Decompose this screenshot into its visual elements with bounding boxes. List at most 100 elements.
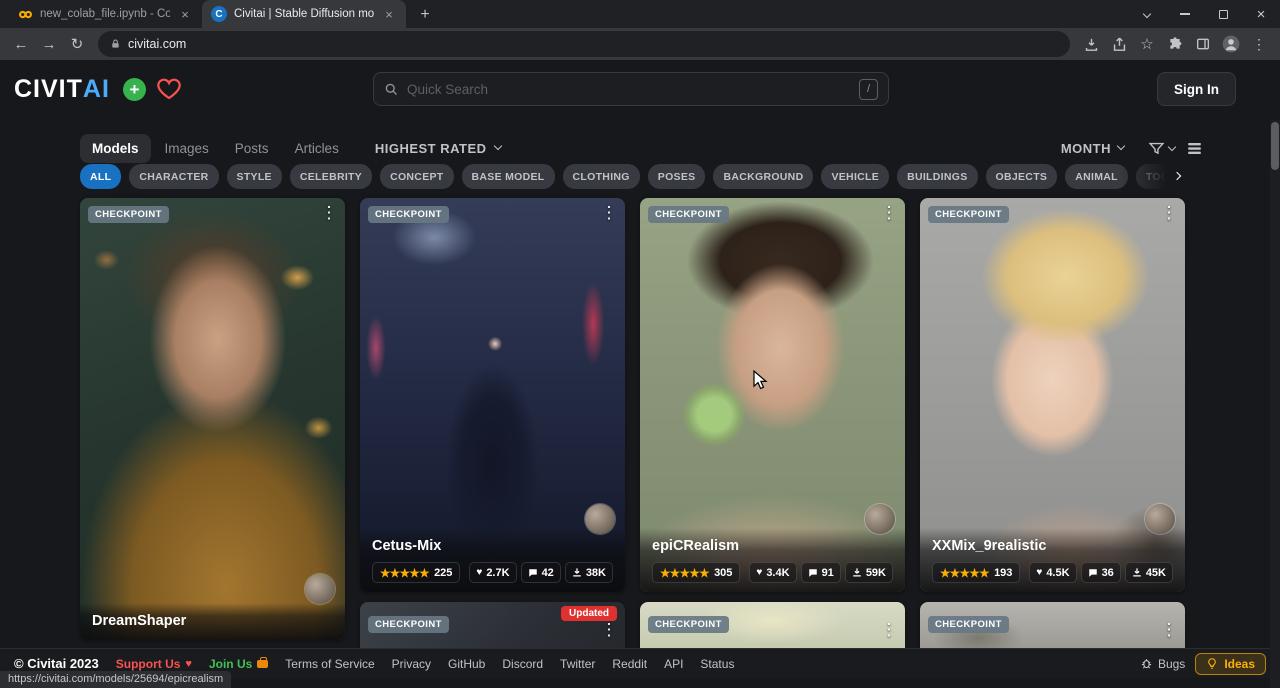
tab-close-icon[interactable]: × bbox=[381, 7, 397, 22]
scrollbar-thumb[interactable] bbox=[1271, 122, 1279, 170]
colab-icon bbox=[17, 6, 33, 22]
card-menu-button[interactable]: ⋮ bbox=[1157, 203, 1181, 223]
card-menu-button[interactable]: ⋮ bbox=[597, 203, 621, 223]
side-panel-icon[interactable] bbox=[1190, 31, 1216, 57]
tab-search-chevron-icon[interactable] bbox=[1128, 0, 1166, 28]
card-menu-button[interactable]: ⋮ bbox=[877, 620, 901, 640]
page-scrollbar[interactable] bbox=[1270, 120, 1280, 688]
tab-articles[interactable]: Articles bbox=[283, 134, 351, 163]
category-chip-buildings[interactable]: BUILDINGS bbox=[897, 164, 977, 189]
model-stats-row: ★★★★★ 225 ♥2.7K 42 38K bbox=[372, 562, 613, 583]
model-card-xxmix-9realistic[interactable]: CHECKPOINT ⋮ XXMix_9realistic ★★★★★ 193 … bbox=[920, 198, 1185, 592]
share-icon[interactable] bbox=[1106, 31, 1132, 57]
search-input[interactable] bbox=[407, 82, 851, 97]
footer-link-privacy[interactable]: Privacy bbox=[392, 657, 431, 671]
tab-close-icon[interactable]: × bbox=[177, 7, 193, 22]
footer-link-join-us[interactable]: Join Us bbox=[209, 657, 268, 671]
close-window-button[interactable]: × bbox=[1242, 0, 1280, 28]
model-type-badge: CHECKPOINT bbox=[368, 616, 449, 633]
category-filter-row: ALL CHARACTER STYLE CELEBRITY CONCEPT BA… bbox=[80, 164, 1180, 190]
updated-badge: Updated bbox=[561, 606, 617, 621]
profile-avatar[interactable] bbox=[1218, 31, 1244, 57]
category-chip-all[interactable]: ALL bbox=[80, 164, 121, 189]
maximize-button[interactable] bbox=[1204, 0, 1242, 28]
site-header: CIVITAI + / Sign In bbox=[0, 60, 1280, 118]
model-type-badge: CHECKPOINT bbox=[648, 206, 729, 223]
new-tab-button[interactable]: + bbox=[412, 2, 438, 28]
footer-link-discord[interactable]: Discord bbox=[502, 657, 543, 671]
category-chip-background[interactable]: BACKGROUND bbox=[713, 164, 813, 189]
category-chip-clothing[interactable]: CLOTHING bbox=[563, 164, 640, 189]
footer-link-twitter[interactable]: Twitter bbox=[560, 657, 595, 671]
download-icon bbox=[1132, 567, 1142, 578]
creator-avatar[interactable] bbox=[1145, 504, 1175, 534]
civitai-page: CIVITAI + / Sign In Models Images Posts … bbox=[0, 60, 1280, 688]
category-chip-vehicle[interactable]: VEHICLE bbox=[821, 164, 889, 189]
model-title: epiCRealism bbox=[652, 538, 893, 554]
footer-link-reddit[interactable]: Reddit bbox=[612, 657, 647, 671]
lock-icon bbox=[110, 38, 121, 50]
tab-civitai[interactable]: C Civitai | Stable Diffusion models, × bbox=[202, 0, 406, 28]
tab-colab[interactable]: new_colab_file.ipynb - Colaborat × bbox=[8, 0, 202, 28]
category-chip-concept[interactable]: CONCEPT bbox=[380, 164, 453, 189]
back-button[interactable]: ← bbox=[8, 31, 34, 57]
category-chip-base-model[interactable]: BASE MODEL bbox=[462, 164, 555, 189]
creator-avatar[interactable] bbox=[585, 504, 615, 534]
filter-button[interactable] bbox=[1148, 140, 1175, 157]
address-bar[interactable]: civitai.com bbox=[98, 31, 1070, 57]
search-bar[interactable]: / bbox=[373, 72, 889, 106]
minimize-button[interactable] bbox=[1166, 0, 1204, 28]
tab-posts[interactable]: Posts bbox=[223, 134, 281, 163]
heart-icon: ♥ bbox=[185, 658, 192, 670]
category-chip-character[interactable]: CHARACTER bbox=[129, 164, 218, 189]
tab-title: new_colab_file.ipynb - Colaborat bbox=[40, 8, 170, 20]
category-chip-objects[interactable]: OBJECTS bbox=[986, 164, 1058, 189]
footer-link-status[interactable]: Status bbox=[700, 657, 734, 671]
copyright-text: © Civitai 2023 bbox=[14, 656, 99, 671]
layout-toggle-button[interactable] bbox=[1185, 139, 1204, 158]
extensions-puzzle-icon[interactable] bbox=[1162, 31, 1188, 57]
model-card-dreamshaper[interactable]: CHECKPOINT ⋮ DreamShaper bbox=[80, 198, 345, 640]
create-button[interactable]: + bbox=[123, 78, 146, 101]
model-card-cetus-mix[interactable]: CHECKPOINT ⋮ Cetus-Mix ★★★★★ 225 ♥2.7K 4… bbox=[360, 198, 625, 592]
category-chip-animal[interactable]: ANIMAL bbox=[1065, 164, 1128, 189]
footer-link-api[interactable]: API bbox=[664, 657, 683, 671]
bugs-button[interactable]: Bugs bbox=[1140, 657, 1185, 671]
card-menu-button[interactable]: ⋮ bbox=[317, 203, 341, 223]
footer-link-github[interactable]: GitHub bbox=[448, 657, 485, 671]
sort-dropdown[interactable]: HIGHEST RATED bbox=[375, 141, 501, 156]
footer-link-terms[interactable]: Terms of Service bbox=[285, 657, 374, 671]
ideas-button[interactable]: Ideas bbox=[1195, 653, 1266, 675]
footer-link-support-us[interactable]: Support Us♥ bbox=[116, 657, 192, 671]
creator-avatar[interactable] bbox=[865, 504, 895, 534]
model-card-epicrealism[interactable]: CHECKPOINT ⋮ epiCRealism ★★★★★ 305 ♥3.4K… bbox=[640, 198, 905, 592]
downloads-icon[interactable] bbox=[1078, 31, 1104, 57]
creator-avatar[interactable] bbox=[305, 574, 335, 604]
favorites-heart-icon[interactable] bbox=[157, 78, 181, 100]
browser-menu-icon[interactable]: ⋮ bbox=[1246, 31, 1272, 57]
browser-window: new_colab_file.ipynb - Colaborat × C Civ… bbox=[0, 0, 1280, 688]
card-menu-button[interactable]: ⋮ bbox=[877, 203, 901, 223]
civitai-logo[interactable]: CIVITAI bbox=[14, 75, 110, 104]
period-dropdown[interactable]: MONTH bbox=[1061, 141, 1124, 156]
tab-images[interactable]: Images bbox=[153, 134, 221, 163]
reload-button[interactable]: ↻ bbox=[64, 31, 90, 57]
search-icon bbox=[384, 82, 399, 97]
forward-button[interactable]: → bbox=[36, 31, 62, 57]
category-chip-style[interactable]: STYLE bbox=[227, 164, 282, 189]
heart-icon: ♥ bbox=[476, 567, 482, 578]
category-chip-poses[interactable]: POSES bbox=[648, 164, 706, 189]
model-preview-image bbox=[80, 198, 345, 640]
category-chip-celebrity[interactable]: CELEBRITY bbox=[290, 164, 372, 189]
browser-toolbar: ← → ↻ civitai.com ☆ ⋮ bbox=[0, 28, 1280, 60]
sign-in-button[interactable]: Sign In bbox=[1157, 72, 1236, 106]
tab-models[interactable]: Models bbox=[80, 134, 151, 163]
categories-scroll-right-button[interactable] bbox=[1120, 160, 1182, 192]
card-menu-button[interactable]: ⋮ bbox=[597, 620, 621, 640]
card-menu-button[interactable]: ⋮ bbox=[1157, 620, 1181, 640]
likes-pill: ♥4.5K bbox=[1029, 562, 1076, 583]
bookmark-star-icon[interactable]: ☆ bbox=[1134, 31, 1160, 57]
briefcase-icon bbox=[257, 660, 268, 668]
chevron-down-icon bbox=[1117, 142, 1125, 150]
chevron-down-icon bbox=[493, 142, 501, 150]
